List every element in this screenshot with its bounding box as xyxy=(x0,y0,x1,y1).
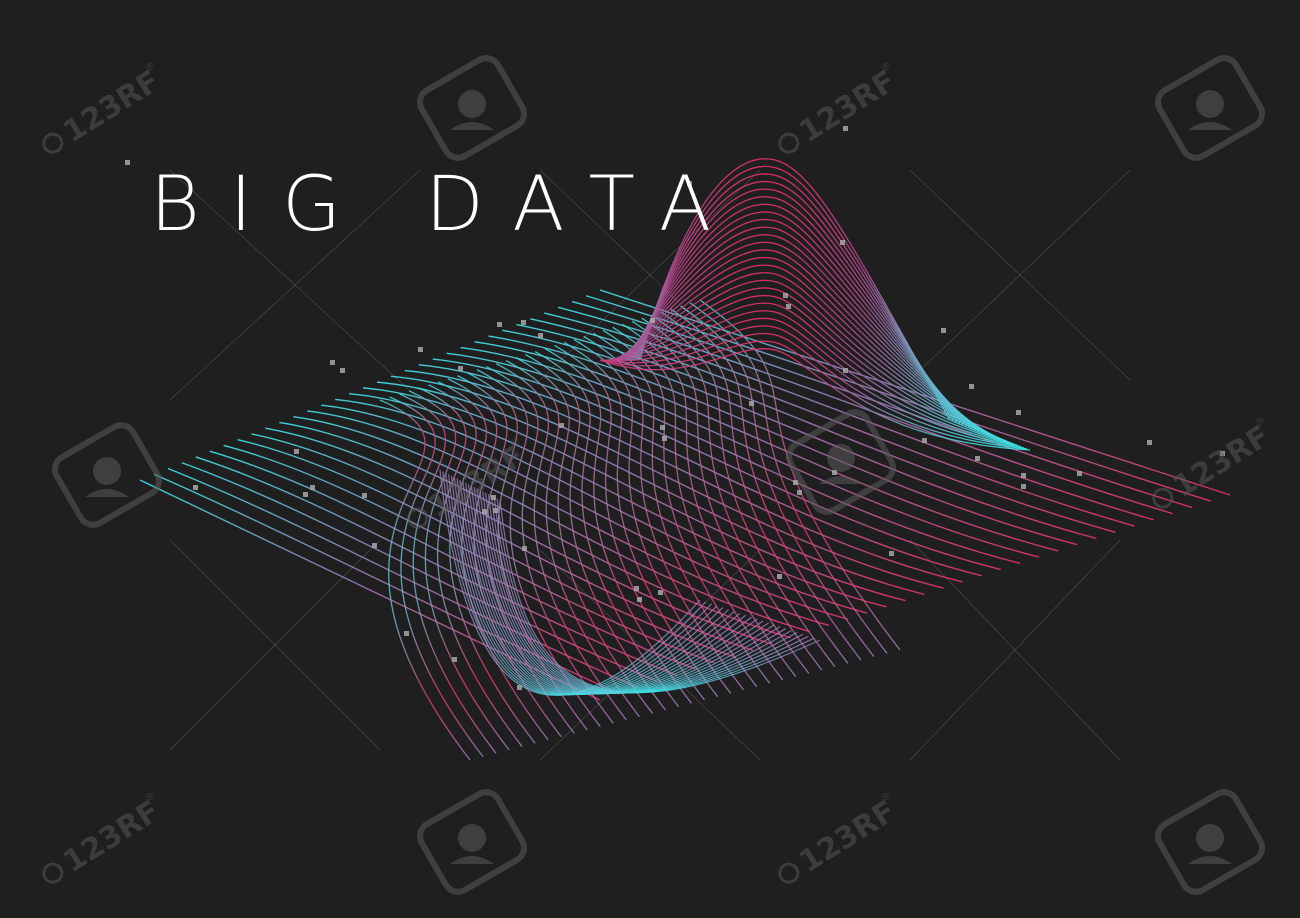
data-particle xyxy=(922,438,927,443)
camera-lens-shape xyxy=(827,444,855,472)
data-particle xyxy=(662,436,667,441)
wave-line xyxy=(379,399,471,761)
logo-ring-shape xyxy=(778,132,800,154)
camera-lens-shape xyxy=(458,90,486,118)
data-particle xyxy=(793,480,798,485)
data-particle xyxy=(1016,410,1021,415)
data-particle xyxy=(125,160,130,165)
data-particle xyxy=(660,425,665,430)
data-particle xyxy=(522,546,527,551)
data-particle xyxy=(777,574,782,579)
camera-base-shape xyxy=(450,122,494,130)
123rf-logo-icon: 123RF® xyxy=(778,790,902,884)
data-particle xyxy=(783,293,788,298)
data-particle xyxy=(310,485,315,490)
camera-base-shape xyxy=(1188,122,1232,130)
watermark-text: 123RF xyxy=(57,64,166,150)
data-particle xyxy=(843,368,848,373)
data-wave-surface xyxy=(139,158,1231,761)
data-particle xyxy=(482,509,487,514)
123rf-logo-icon: 123RF® xyxy=(1152,415,1276,509)
logo-ring-shape xyxy=(42,132,64,154)
data-particle xyxy=(749,401,754,406)
camera-base-shape xyxy=(819,476,863,484)
wave-line xyxy=(167,467,639,689)
data-particle xyxy=(889,551,894,556)
data-particle xyxy=(559,423,564,428)
data-particle xyxy=(491,495,496,500)
watermark-text: 123RF xyxy=(793,64,902,150)
wave-line xyxy=(139,479,601,701)
data-particle xyxy=(303,492,308,497)
camera-lens-shape xyxy=(1196,90,1224,118)
camera-lens-shape xyxy=(458,824,486,852)
data-particle xyxy=(637,597,642,602)
data-particle xyxy=(1147,440,1152,445)
data-particle xyxy=(1077,471,1082,476)
page-title: BIG DATA xyxy=(150,159,742,248)
data-particle xyxy=(362,493,367,498)
data-particle xyxy=(634,586,639,591)
data-particle xyxy=(458,366,463,371)
data-particle xyxy=(538,333,543,338)
camera-base-shape xyxy=(450,856,494,864)
data-particle xyxy=(1021,473,1026,478)
big-data-illustration: 123RF ® 123RF ® 123RF ® 123RF ® 123RF ® 123RF ® BIG… xyxy=(0,0,1300,918)
camera-lens-shape xyxy=(93,457,121,485)
data-particle xyxy=(521,320,526,325)
data-particle xyxy=(418,347,423,352)
data-particle xyxy=(975,456,980,461)
camera-watermark-icon xyxy=(1155,789,1265,895)
data-particle xyxy=(1021,484,1026,489)
camera-watermark-icon xyxy=(417,789,527,895)
data-particle xyxy=(650,318,655,323)
123rf-logo-icon: 123RF® xyxy=(42,60,166,154)
logo-ring-shape xyxy=(42,862,64,884)
camera-watermark-icon xyxy=(417,55,527,161)
data-particle xyxy=(797,490,802,495)
camera-lens-shape xyxy=(1196,824,1224,852)
123rf-logo-icon: 123RF® xyxy=(42,790,166,884)
data-particle xyxy=(493,508,498,513)
wave-line xyxy=(496,498,815,694)
data-particle xyxy=(340,368,345,373)
wave-line xyxy=(293,415,811,633)
logo-ring-shape xyxy=(407,507,429,529)
data-particle xyxy=(840,240,845,245)
data-particle xyxy=(517,685,522,690)
data-particle xyxy=(452,657,457,662)
watermark-text: 123RF xyxy=(57,794,166,880)
logo-ring-shape xyxy=(778,862,800,884)
camera-base-shape xyxy=(85,489,129,497)
camera-watermark-icon xyxy=(1155,55,1265,161)
wave-line xyxy=(631,320,810,674)
data-particle xyxy=(786,304,791,309)
data-particle xyxy=(969,384,974,389)
data-particle xyxy=(497,322,502,327)
camera-watermark-icon xyxy=(52,422,162,528)
camera-base-shape xyxy=(1188,856,1232,864)
123rf-logo-icon: 123RF® xyxy=(778,60,902,154)
wave-line xyxy=(609,302,1011,444)
data-particle xyxy=(941,328,946,333)
data-particle xyxy=(658,590,663,595)
data-particle xyxy=(372,543,377,548)
wave-line xyxy=(181,462,658,683)
data-particle xyxy=(404,631,409,636)
data-particle xyxy=(330,360,335,365)
data-particle xyxy=(294,449,299,454)
wave-scene: 123RF® 123RF®123RF®123RF®123RF® 123RF® xyxy=(42,55,1276,895)
watermark-text: 123RF xyxy=(793,794,902,880)
data-particle xyxy=(193,485,198,490)
